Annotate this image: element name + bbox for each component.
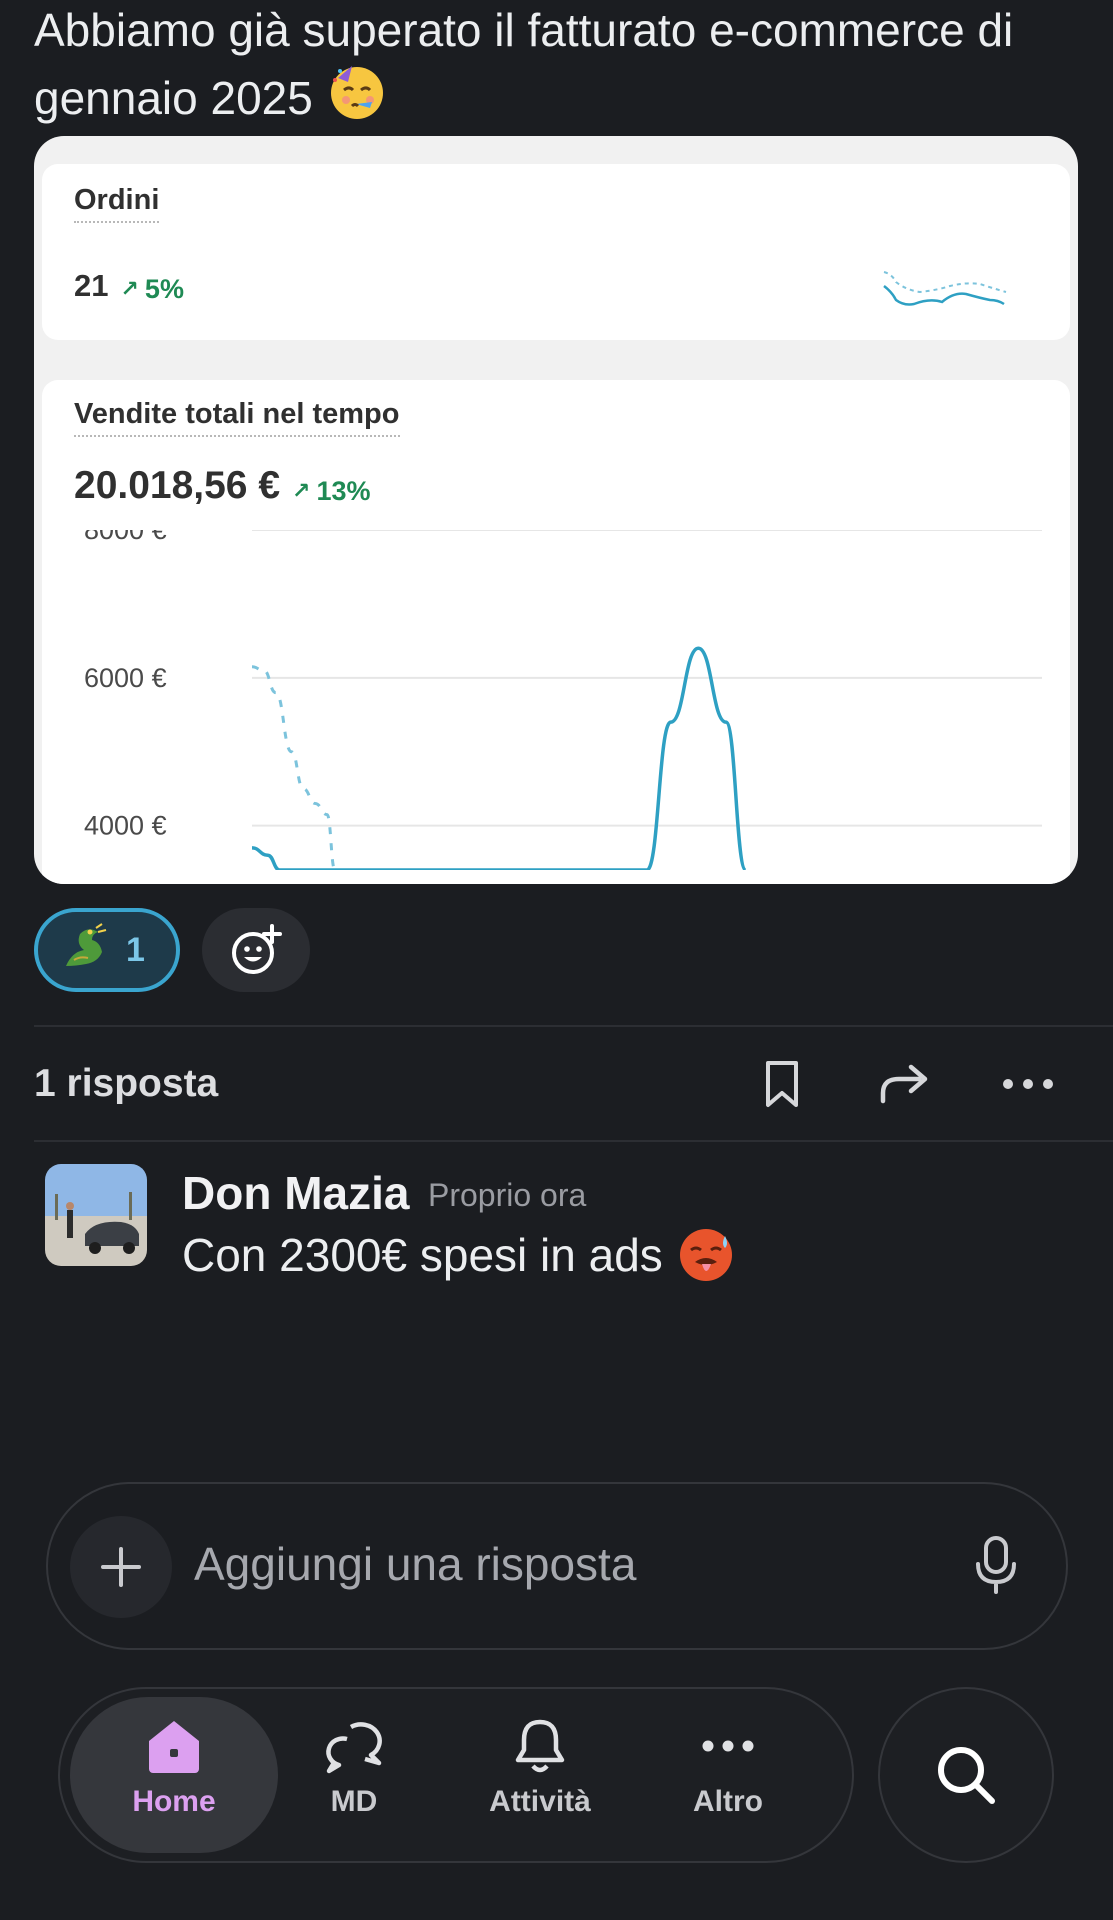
- sales-chart: 8000 € 6000 € 4000 €: [84, 530, 1042, 870]
- direct-messages-icon: [326, 1722, 382, 1774]
- nav-more[interactable]: Altro: [640, 1697, 816, 1853]
- voice-button[interactable]: [974, 1534, 1018, 1603]
- more-dots-icon: [1003, 1079, 1053, 1089]
- thread-actions-row: 1 risposta: [34, 1054, 1079, 1114]
- microphone-icon: [976, 1536, 1016, 1594]
- partying-face-emoji-icon: [326, 60, 388, 136]
- series-line-current: [251, 646, 748, 870]
- sales-card: Vendite totali nel tempo 20.018,56 € ↗ 1…: [42, 380, 1070, 884]
- sales-delta-value: 13%: [316, 475, 371, 506]
- dragon-icon: [56, 920, 112, 981]
- reply-input[interactable]: [194, 1524, 934, 1604]
- nav-home[interactable]: Home: [70, 1697, 278, 1853]
- reply-author[interactable]: Don Mazia: [182, 1166, 409, 1220]
- orders-metric: 21 ↗ 5%: [74, 268, 184, 305]
- reply-composer: [46, 1482, 1068, 1650]
- sales-title: Vendite totali nel tempo: [74, 398, 400, 437]
- user-photo: [45, 1164, 147, 1266]
- save-button[interactable]: [752, 1054, 812, 1114]
- series-line-previous: [251, 665, 337, 870]
- y-tick-label: 8000 €: [84, 530, 167, 545]
- divider: [34, 1140, 1113, 1142]
- nav-activity-label: Attività: [489, 1785, 591, 1818]
- reply-count: 1 risposta: [34, 1062, 219, 1105]
- home-icon: [149, 1721, 199, 1773]
- orders-sparkline: [883, 271, 1007, 306]
- add-emoji-icon: [232, 924, 282, 974]
- message-body: Abbiamo già superato il fatturato e-comm…: [34, 4, 1014, 124]
- reply-timestamp: Proprio ora: [428, 1177, 587, 1213]
- more-actions-button[interactable]: [998, 1054, 1058, 1114]
- nav-home-label: Home: [132, 1785, 216, 1818]
- nav-more-label: Altro: [693, 1785, 763, 1818]
- orders-delta-value: 5%: [144, 273, 184, 304]
- attached-screenshot[interactable]: Ordini 21 ↗ 5% Vendite totali nel tempo …: [34, 136, 1078, 884]
- share-forward-icon: [880, 1064, 928, 1104]
- nav-dm[interactable]: MD: [266, 1697, 442, 1853]
- sales-delta: ↗ 13%: [292, 476, 370, 507]
- sales-value: 20.018,56 €: [74, 464, 281, 507]
- reaction-dragon[interactable]: 1: [34, 908, 180, 992]
- share-button[interactable]: [876, 1054, 936, 1114]
- plus-icon: [101, 1547, 141, 1587]
- divider: [34, 1025, 1113, 1027]
- nav-dm-label: MD: [330, 1785, 378, 1818]
- nav-activity[interactable]: Attività: [452, 1697, 628, 1853]
- add-reaction-button[interactable]: [202, 908, 310, 992]
- bookmark-icon: [766, 1061, 798, 1107]
- more-dots-icon: [702, 1740, 754, 1752]
- trend-up-icon: ↗: [292, 478, 311, 503]
- search-icon: [938, 1747, 995, 1804]
- bell-icon: [515, 1719, 565, 1773]
- sales-metric: 20.018,56 € ↗ 13%: [74, 464, 371, 508]
- hot-face-emoji-icon: [677, 1226, 735, 1284]
- message-text: Abbiamo già superato il fatturato e-comm…: [34, 0, 1094, 136]
- y-tick-label: 4000 €: [84, 811, 167, 841]
- y-tick-label: 6000 €: [84, 663, 167, 693]
- search-button[interactable]: [878, 1687, 1054, 1863]
- attach-button[interactable]: [70, 1516, 172, 1618]
- orders-delta: ↗ 5%: [120, 274, 183, 305]
- trend-up-icon: ↗: [120, 276, 139, 301]
- orders-value: 21: [74, 268, 109, 303]
- orders-card: Ordini 21 ↗ 5%: [42, 164, 1070, 340]
- reply-body: Con 2300€ spesi in ads: [182, 1229, 663, 1281]
- reply-text: Con 2300€ spesi in ads: [182, 1226, 735, 1284]
- bottom-nav: Home MD Attività Altro: [58, 1687, 854, 1863]
- slack-thread-screen: Abbiamo già superato il fatturato e-comm…: [0, 0, 1113, 1920]
- orders-title: Ordini: [74, 184, 160, 223]
- avatar[interactable]: [45, 1164, 147, 1266]
- reaction-count: 1: [126, 930, 145, 969]
